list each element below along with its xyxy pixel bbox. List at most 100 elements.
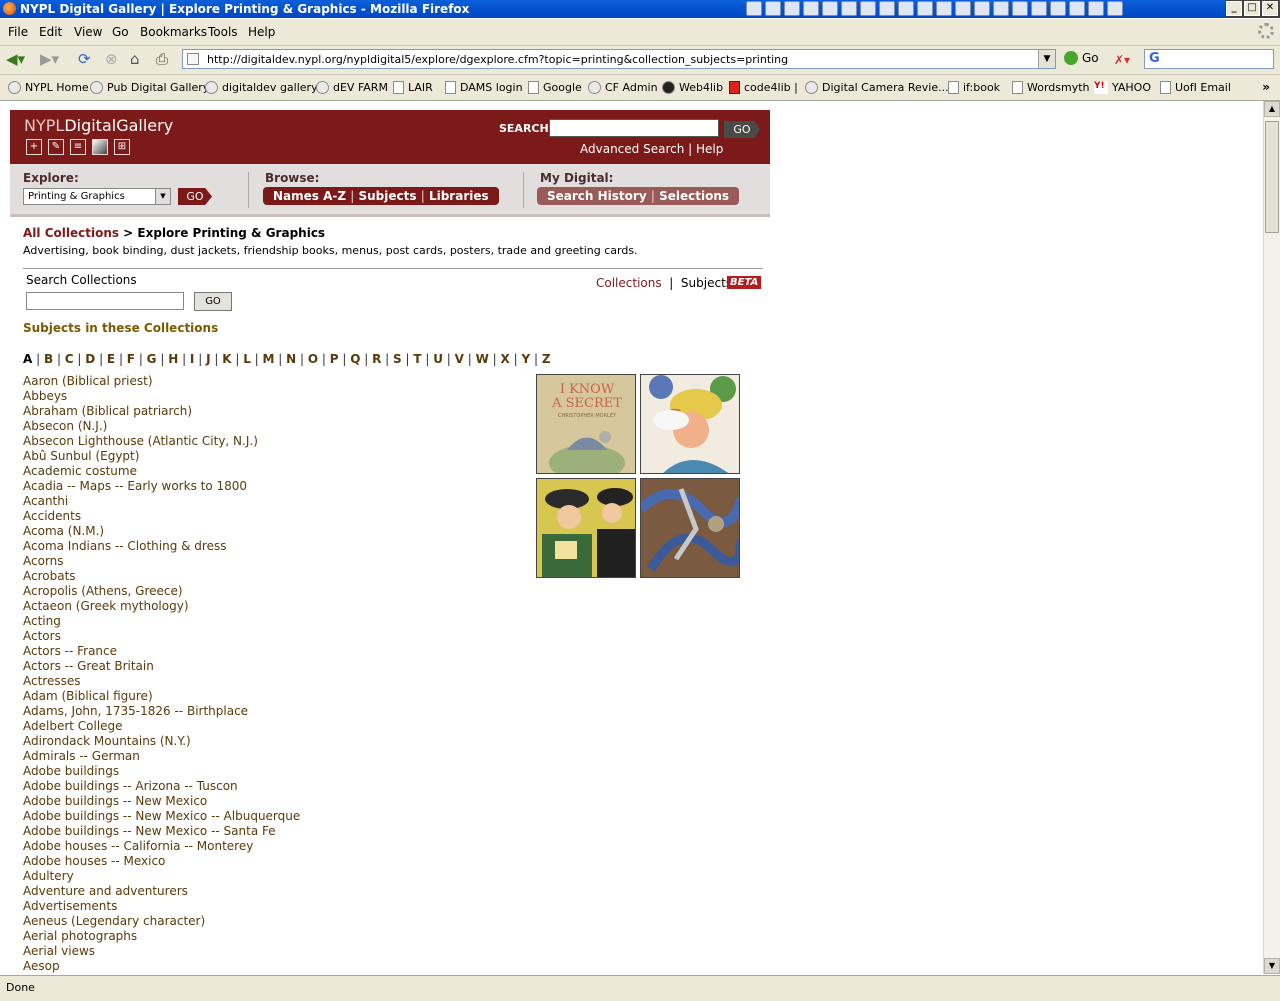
letter-link-m[interactable]: M [263, 352, 275, 366]
gradient-icon[interactable] [92, 139, 108, 155]
maximize-button[interactable]: □ [1243, 0, 1261, 17]
letter-link-p[interactable]: P [330, 352, 339, 366]
subject-link[interactable]: Advertisements [23, 899, 423, 914]
toolbar-addon-icon[interactable]: ✗▾ [1114, 52, 1130, 68]
url-dropdown-icon[interactable]: ▼ [1038, 50, 1055, 68]
subject-link[interactable]: Aaron (Biblical priest) [23, 374, 423, 389]
letter-link-e[interactable]: E [107, 352, 115, 366]
letter-link-s[interactable]: S [393, 352, 402, 366]
app-icon[interactable] [1012, 1, 1028, 16]
menu-bookmarks[interactable]: Bookmarks [140, 25, 207, 39]
app-icon[interactable] [1088, 1, 1104, 16]
subject-link[interactable]: Acadia -- Maps -- Early works to 1800 [23, 479, 423, 494]
subject-link[interactable]: Adobe buildings -- Arizona -- Tuscon [23, 779, 423, 794]
url-bar[interactable]: http://digitaldev.nypl.org/nypldigital5/… [182, 49, 1056, 69]
app-icon[interactable] [955, 1, 971, 16]
app-icon[interactable] [784, 1, 800, 16]
subject-link[interactable]: Adobe buildings [23, 764, 423, 779]
subject-link[interactable]: Adobe houses -- California -- Monterey [23, 839, 423, 854]
letter-link-o[interactable]: O [308, 352, 318, 366]
subject-link[interactable]: Acoma Indians -- Clothing & dress [23, 539, 423, 554]
app-icon[interactable] [860, 1, 876, 16]
help-link[interactable]: Help [696, 142, 723, 156]
subject-link[interactable]: Abû Sunbul (Egypt) [23, 449, 423, 464]
letter-link-d[interactable]: D [85, 352, 95, 366]
bookmark-item[interactable]: Web4lib [662, 81, 723, 94]
letter-link-h[interactable]: H [168, 352, 178, 366]
app-icon[interactable] [822, 1, 838, 16]
search-collections-input[interactable] [26, 292, 184, 310]
menu-help[interactable]: Help [248, 25, 275, 39]
subject-link[interactable]: Aerial photographs [23, 929, 423, 944]
letter-link-k[interactable]: K [222, 352, 231, 366]
subject-link[interactable]: Actaeon (Greek mythology) [23, 599, 423, 614]
app-icon[interactable] [1031, 1, 1047, 16]
subject-link[interactable]: Acorns [23, 554, 423, 569]
go-button[interactable]: Go [1064, 51, 1099, 65]
subject-link[interactable]: Abraham (Biblical patriarch) [23, 404, 423, 419]
letter-link-g[interactable]: G [147, 352, 157, 366]
edit-icon[interactable]: ✎ [48, 139, 64, 155]
subject-link[interactable]: Absecon (N.J.) [23, 419, 423, 434]
browse-names-link[interactable]: Names A-Z [273, 189, 346, 203]
site-logo[interactable]: NYPLDigitalGallery [24, 116, 173, 135]
back-icon[interactable]: ◀▾ [6, 51, 25, 67]
letter-link-u[interactable]: U [433, 352, 443, 366]
bookmark-item[interactable]: digitaldev gallery [205, 81, 318, 94]
subject-link[interactable]: Adelbert College [23, 719, 423, 734]
app-icon[interactable] [993, 1, 1009, 16]
browse-libraries-link[interactable]: Libraries [429, 189, 489, 203]
subject-link[interactable]: Adobe buildings -- New Mexico -- Albuque… [23, 809, 423, 824]
bookmark-item[interactable]: UofI Email [1160, 81, 1231, 94]
subject-link[interactable]: Acrobats [23, 569, 423, 584]
explore-go-button[interactable]: GO [178, 188, 212, 205]
search-go-button[interactable]: GO [724, 121, 760, 138]
menu-edit[interactable]: Edit [39, 25, 62, 39]
letter-link-y[interactable]: Y [521, 352, 530, 366]
close-button[interactable]: ✕ [1261, 0, 1279, 17]
vertical-scrollbar[interactable]: ▲ ▼ [1263, 101, 1280, 974]
scrollbar-thumb[interactable] [1265, 121, 1279, 233]
letter-link-l[interactable]: L [243, 352, 251, 366]
home-icon[interactable]: ⌂ [130, 51, 140, 67]
bookmark-item[interactable]: Y! YAHOO [1094, 81, 1151, 94]
subject-link[interactable]: Acting [23, 614, 423, 629]
menu-go[interactable]: Go [112, 25, 129, 39]
tab-collections[interactable]: Collections [596, 276, 662, 290]
app-icon[interactable] [1069, 1, 1085, 16]
app-icon[interactable] [898, 1, 914, 16]
bookmark-item[interactable]: LAIR [393, 81, 433, 94]
app-icon[interactable] [936, 1, 952, 16]
bookmark-item[interactable]: NYPL Home [8, 81, 89, 94]
subject-link[interactable]: Admirals -- German [23, 749, 423, 764]
search-collections-go-button[interactable]: GO [194, 292, 232, 311]
subject-link[interactable]: Adobe houses -- Mexico [23, 854, 423, 869]
bookmark-item[interactable]: Google [528, 81, 582, 94]
thumbnail-greeting-card[interactable] [640, 374, 740, 474]
browse-subjects-link[interactable]: Subjects [359, 189, 417, 203]
minimize-button[interactable]: _ [1225, 0, 1243, 17]
site-search-input[interactable] [549, 119, 719, 137]
thumbnail-ornament[interactable] [640, 478, 740, 578]
menu-view[interactable]: View [74, 25, 102, 39]
app-icon[interactable] [974, 1, 990, 16]
subject-link[interactable]: Actors [23, 629, 423, 644]
letter-link-x[interactable]: X [501, 352, 510, 366]
bookmark-item[interactable]: code4lib | [729, 81, 798, 94]
bookmark-item[interactable]: CF Admin [588, 81, 658, 94]
subject-link[interactable]: Actresses [23, 674, 423, 689]
thumbnail-poster-people[interactable] [536, 478, 636, 578]
subject-link[interactable]: Adobe buildings -- New Mexico -- Santa F… [23, 824, 423, 839]
bookmark-item[interactable]: Digital Camera Revie... [805, 81, 949, 94]
subject-link[interactable]: Abbeys [23, 389, 423, 404]
search-engine-box[interactable]: G [1144, 49, 1274, 69]
app-icon[interactable] [917, 1, 933, 16]
bookmark-item[interactable]: dEV FARM [316, 81, 388, 94]
app-icon[interactable] [1107, 1, 1123, 16]
letter-link-n[interactable]: N [286, 352, 296, 366]
letter-link-f[interactable]: F [127, 352, 135, 366]
app-icon[interactable] [1050, 1, 1066, 16]
subject-link[interactable]: Absecon Lighthouse (Atlantic City, N.J.) [23, 434, 423, 449]
menu-tools[interactable]: Tools [208, 25, 238, 39]
print-icon[interactable]: ⎙ [156, 51, 168, 67]
